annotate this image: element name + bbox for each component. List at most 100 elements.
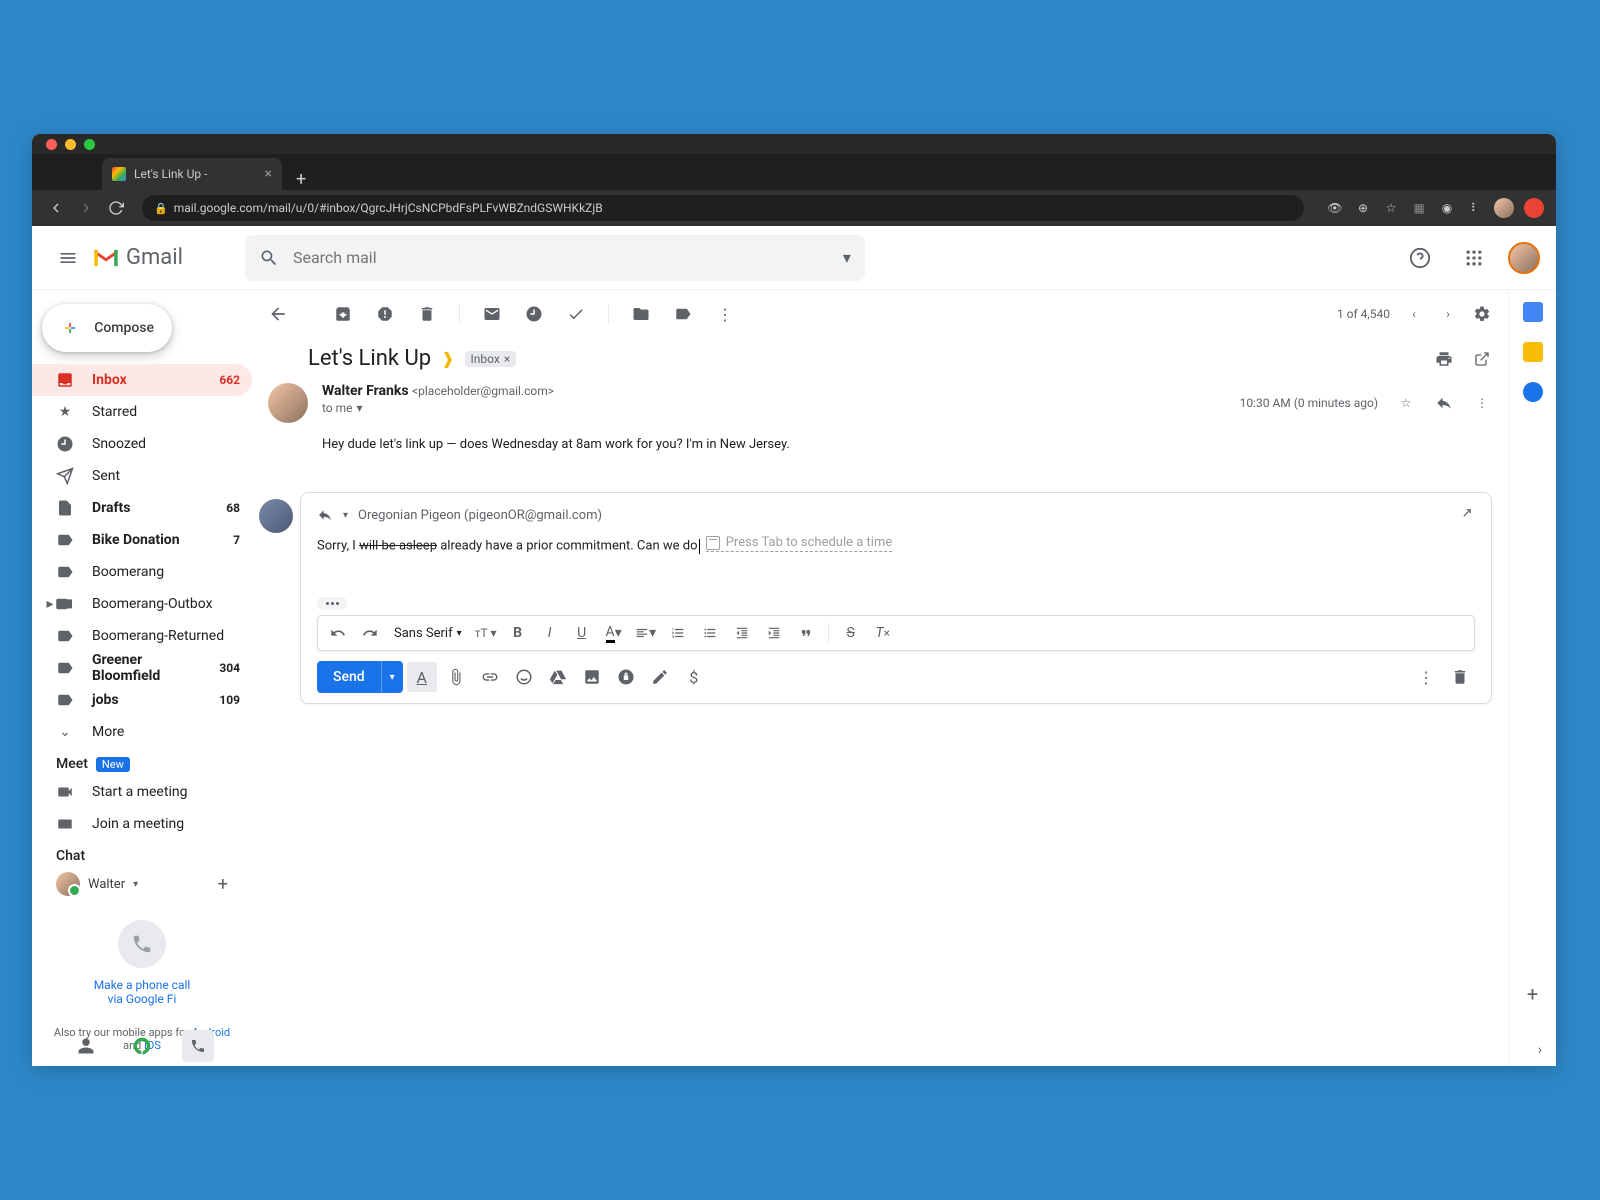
reply-button[interactable] [1434, 393, 1454, 413]
search-input[interactable] [293, 248, 843, 267]
hide-panel-button[interactable]: › [1538, 1042, 1542, 1058]
reply-body-editor[interactable]: Sorry, I will be asleep already have a p… [317, 535, 1475, 557]
sidebar-item-starred[interactable]: ★Starred [32, 396, 252, 428]
sidebar-item-boomerang-returned[interactable]: Boomerang-Returned [32, 620, 252, 652]
numbered-list-button[interactable] [664, 620, 692, 646]
sender-avatar[interactable] [268, 383, 308, 423]
attach-button[interactable] [441, 662, 471, 692]
insert-emoji-button[interactable] [509, 662, 539, 692]
prev-message-button[interactable]: ‹ [1404, 304, 1424, 324]
back-button[interactable] [44, 196, 68, 220]
insert-drive-button[interactable] [543, 662, 573, 692]
bold-button[interactable]: B [504, 620, 532, 646]
next-message-button[interactable]: › [1438, 304, 1458, 324]
popout-button[interactable] [1472, 349, 1492, 369]
extension-badge-icon[interactable] [1524, 198, 1544, 218]
extension-more-icon[interactable]: ⠇ [1466, 199, 1484, 217]
show-trimmed-button[interactable] [317, 597, 347, 609]
mark-unread-button[interactable] [482, 304, 502, 324]
quote-button[interactable] [792, 620, 820, 646]
inbox-label-chip[interactable]: Inbox× [465, 351, 517, 367]
italic-button[interactable]: I [536, 620, 564, 646]
remove-label-icon[interactable]: × [504, 352, 510, 366]
support-button[interactable] [1400, 238, 1440, 278]
chrome-profile-avatar[interactable] [1494, 198, 1514, 218]
insert-photo-button[interactable] [577, 662, 607, 692]
popout-compose-button[interactable] [1455, 505, 1475, 525]
add-addon-button[interactable]: + [1527, 982, 1538, 1006]
insert-signature-button[interactable] [645, 662, 675, 692]
remove-formatting-button[interactable]: T× [869, 620, 897, 646]
chat-user-row[interactable]: Walter ▾ + [32, 868, 252, 900]
sidebar-item-inbox[interactable]: Inbox662 [32, 364, 252, 396]
redo-button[interactable] [356, 620, 384, 646]
sidebar-item-more[interactable]: ⌄More [32, 716, 252, 748]
sidebar-item-bike-donation[interactable]: Bike Donation7 [32, 524, 252, 556]
join-meeting-button[interactable]: Join a meeting [32, 808, 252, 840]
reply-type-dropdown[interactable]: ▾ [343, 510, 348, 521]
insert-link-button[interactable] [475, 662, 505, 692]
formatting-toggle-button[interactable]: A [407, 662, 437, 692]
sidebar-item-boomerang-outbox[interactable]: ▸ Boomerang-Outbox [32, 588, 252, 620]
boomerang-money-button[interactable]: $ [679, 662, 709, 692]
spam-button[interactable] [375, 304, 395, 324]
extension-camera-icon[interactable]: ◉ [1438, 199, 1456, 217]
reply-recipient[interactable]: Oregonian Pigeon (pigeonOR@gmail.com) [358, 508, 602, 523]
contacts-tab[interactable] [70, 1030, 102, 1062]
sidebar-item-boomerang[interactable]: Boomerang [32, 556, 252, 588]
undo-button[interactable] [324, 620, 352, 646]
sidebar-item-sent[interactable]: Sent [32, 460, 252, 492]
browser-tab-active[interactable]: Let's Link Up - × [102, 158, 282, 190]
url-field[interactable]: 🔒 mail.google.com/mail/u/0/#inbox/QgrcJH… [142, 195, 1304, 221]
reply-type-icon[interactable] [317, 507, 333, 523]
text-color-button[interactable]: A ▾ [600, 620, 628, 646]
recipient-line[interactable]: to me▾ [322, 401, 1226, 415]
calendar-addon-icon[interactable] [1523, 302, 1543, 322]
indent-more-button[interactable] [760, 620, 788, 646]
send-options-dropdown[interactable]: ▾ [381, 661, 403, 693]
account-avatar[interactable] [1508, 242, 1540, 274]
back-to-inbox-button[interactable] [268, 304, 288, 324]
more-button[interactable]: ⋮ [715, 304, 735, 324]
align-button[interactable]: ▾ [632, 620, 660, 646]
start-meeting-button[interactable]: Start a meeting [32, 776, 252, 808]
sidebar-item-greener-bloomfield[interactable]: Greener Bloomfield304 [32, 652, 252, 684]
chat-add-button[interactable]: + [218, 874, 228, 895]
minimize-window[interactable] [65, 139, 76, 150]
archive-button[interactable] [333, 304, 353, 324]
star-message-button[interactable]: ☆ [1396, 393, 1416, 413]
more-options-button[interactable]: ⋮ [1411, 662, 1441, 692]
keep-addon-icon[interactable] [1523, 342, 1543, 362]
move-to-button[interactable] [631, 304, 651, 324]
confidential-mode-button[interactable] [611, 662, 641, 692]
search-bar[interactable]: ▾ [245, 235, 865, 281]
labels-button[interactable] [673, 304, 693, 324]
schedule-hint[interactable]: Press Tab to schedule a time [706, 535, 893, 552]
message-more-button[interactable]: ⋮ [1472, 393, 1492, 413]
main-menu-button[interactable] [48, 238, 88, 278]
fi-call-link[interactable]: Make a phone call [52, 978, 232, 992]
gmail-logo[interactable]: Gmail [92, 245, 183, 270]
forward-button[interactable] [74, 196, 98, 220]
print-button[interactable] [1434, 349, 1454, 369]
close-window[interactable] [46, 139, 57, 150]
font-select[interactable]: Sans Serif ▾ [388, 626, 468, 641]
recipient-dropdown-icon[interactable]: ▾ [357, 401, 363, 415]
sidebar-item-jobs[interactable]: jobs109 [32, 684, 252, 716]
extension-eye-icon[interactable]: 👁 [1326, 199, 1344, 217]
search-options-dropdown[interactable]: ▾ [843, 248, 851, 267]
bookmark-star-icon[interactable]: ☆ [1382, 199, 1400, 217]
discard-draft-button[interactable] [1445, 662, 1475, 692]
bullet-list-button[interactable] [696, 620, 724, 646]
delete-button[interactable] [417, 304, 437, 324]
new-tab-button[interactable]: + [282, 169, 320, 190]
settings-button[interactable] [1472, 304, 1492, 324]
tasks-addon-icon[interactable] [1523, 382, 1543, 402]
chat-user-dropdown[interactable]: ▾ [133, 879, 138, 890]
maximize-window[interactable] [84, 139, 95, 150]
add-to-tasks-button[interactable] [566, 304, 586, 324]
apps-button[interactable] [1454, 238, 1494, 278]
reload-button[interactable] [104, 196, 128, 220]
underline-button[interactable]: U [568, 620, 596, 646]
phone-icon[interactable] [118, 920, 166, 968]
